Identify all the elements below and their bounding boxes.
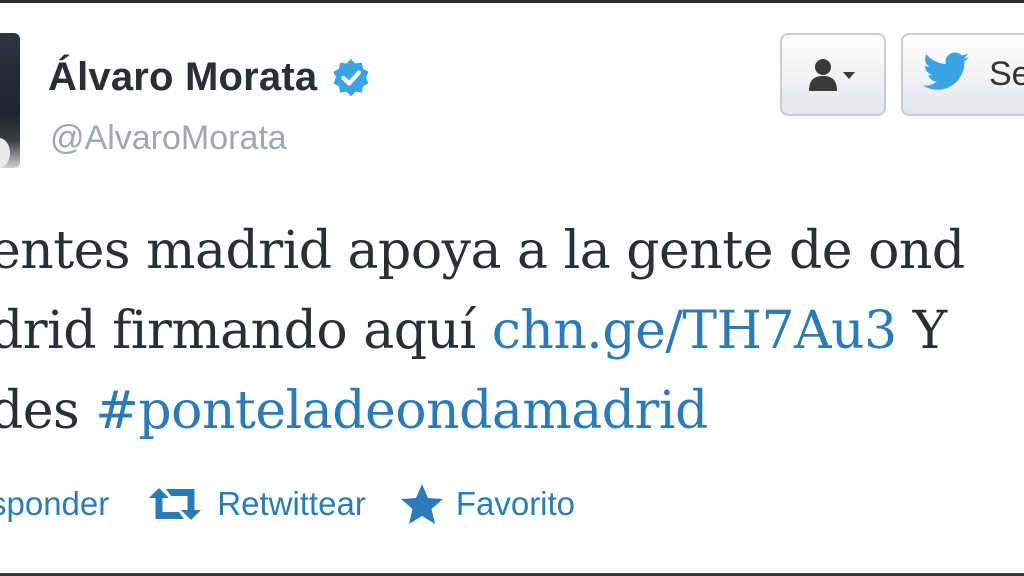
star-icon (400, 483, 444, 525)
tweet-hashtag[interactable]: #ponteladeondamadrid (95, 381, 708, 441)
tweet-link[interactable]: chn.ge/TH7Au3 (492, 301, 897, 361)
retweet-action[interactable]: Retwittear (145, 484, 366, 524)
reply-label: sponder (0, 485, 110, 522)
reply-action[interactable]: sponder (0, 485, 109, 523)
display-name[interactable]: Álvaro Morata (48, 55, 317, 100)
tweet-text-segment: entes madrid apoya a la gente de ond (0, 221, 965, 281)
tweet-text: entes madrid apoya a la gente de ond dri… (0, 211, 1024, 451)
user-dropdown-icon (805, 55, 861, 95)
follow-dropdown-button[interactable] (780, 33, 886, 116)
tweet-card: Álvaro Morata @AlvaroMorata Se entes mad… (0, 0, 1024, 576)
tweet-button-label: Se (989, 55, 1024, 93)
tweet-line-2: drid firmando aquí chn.ge/TH7Au3 Y (0, 291, 1024, 371)
favorite-label: Favorito (455, 485, 576, 522)
favorite-action[interactable]: Favorito (400, 483, 575, 525)
twitter-bird-icon (923, 52, 971, 97)
tweet-button[interactable]: Se (901, 33, 1024, 116)
avatar[interactable] (0, 33, 20, 168)
profile-name-row: Álvaro Morata (48, 55, 371, 100)
tweet-line-1: entes madrid apoya a la gente de ond (0, 211, 1024, 291)
tweet-actions: sponder Retwittear Favorito (0, 483, 609, 525)
verified-badge-icon (331, 58, 371, 98)
tweet-text-segment: Y (896, 301, 947, 361)
retweet-icon (145, 484, 205, 524)
tweet-text-segment: des (0, 381, 96, 441)
tweet-line-3: des #ponteladeondamadrid (0, 371, 1024, 451)
retweet-label: Retwittear (217, 485, 366, 522)
tweet-text-segment: drid firmando aquí (0, 301, 492, 361)
user-handle[interactable]: @AlvaroMorata (50, 119, 287, 158)
avatar-highlight (0, 138, 10, 168)
